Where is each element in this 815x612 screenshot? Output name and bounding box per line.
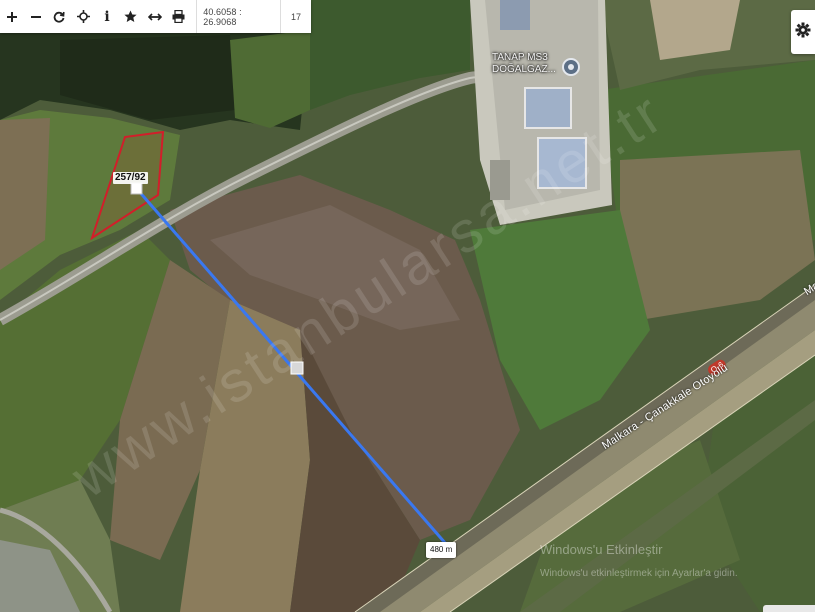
locate-button[interactable] <box>71 0 95 33</box>
coordinate-readout: 40.6058 : 26.9068 <box>196 0 281 33</box>
windows-activation-subtitle: Windows'u etkinleştirmek için Ayarlar'a … <box>540 568 738 579</box>
facility-building-1 <box>524 87 572 129</box>
map-toolbar: i 40.6058 : 26.9068 17 <box>0 0 311 33</box>
plus-icon <box>6 11 17 22</box>
printer-icon <box>172 10 185 23</box>
parcel-label[interactable]: 257/92 <box>113 172 148 184</box>
print-button[interactable] <box>166 0 190 33</box>
measure-button[interactable] <box>143 0 167 33</box>
scale-bar <box>763 605 815 612</box>
arrows-horizontal-icon <box>147 12 162 22</box>
info-button[interactable]: i <box>95 0 119 33</box>
zoom-level-readout: 17 <box>290 11 301 22</box>
distance-label: 480 m <box>426 542 457 558</box>
info-icon: i <box>104 8 110 25</box>
star-icon <box>124 10 137 23</box>
measure-start-handle[interactable] <box>130 182 143 195</box>
crosshair-icon <box>76 10 90 23</box>
favorite-button[interactable] <box>119 0 143 33</box>
settings-button[interactable] <box>791 10 815 54</box>
zoom-out-button[interactable] <box>24 0 48 33</box>
location-pin-icon[interactable] <box>562 58 580 76</box>
gear-icon <box>795 22 811 43</box>
minus-icon <box>30 12 41 22</box>
zoom-in-button[interactable] <box>0 0 24 33</box>
windows-activation-title: Windows'u Etkinleştir <box>540 542 663 557</box>
refresh-button[interactable] <box>48 0 72 33</box>
refresh-icon <box>53 11 66 23</box>
